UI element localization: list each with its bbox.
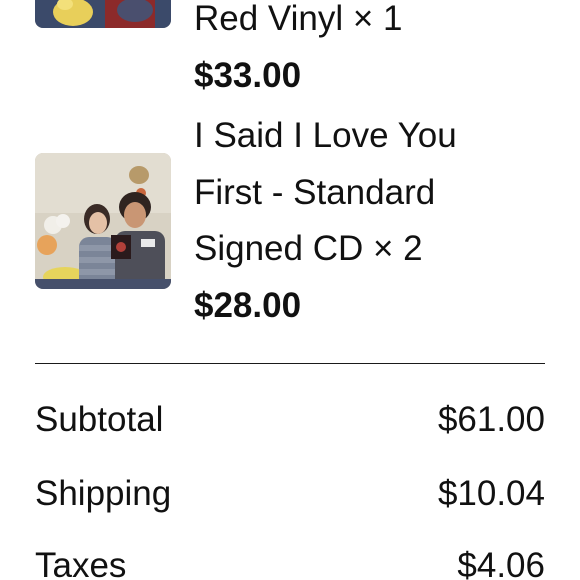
taxes-label: Taxes [35,546,127,580]
shipping-label: Shipping [35,474,172,513]
item-title-line: Signed CD × 2 [194,229,423,268]
item-price: $28.00 [194,286,302,325]
subtotal-row: Subtotal $61.00 [35,398,545,442]
item-thumbnail-red-vinyl[interactable] [35,0,171,28]
item-title-line: Red Vinyl × 1 [194,0,403,38]
subtotal-label: Subtotal [35,400,164,439]
item-price: $33.00 [194,56,302,95]
item-thumbnail-signed-cd[interactable] [35,153,171,289]
album-photo-icon [35,0,171,28]
subtotal-value: $61.00 [437,400,545,439]
album-photo-icon [35,153,171,289]
summary-divider [35,363,545,364]
shipping-row: Shipping $10.04 [35,472,545,516]
taxes-value: $4.06 [457,546,545,580]
shipping-value: $10.04 [437,474,545,513]
taxes-row: Taxes $4.06 [35,544,545,580]
item-title-line: I Said I Love You [194,116,457,155]
item-title-line: First - Standard [194,173,436,212]
